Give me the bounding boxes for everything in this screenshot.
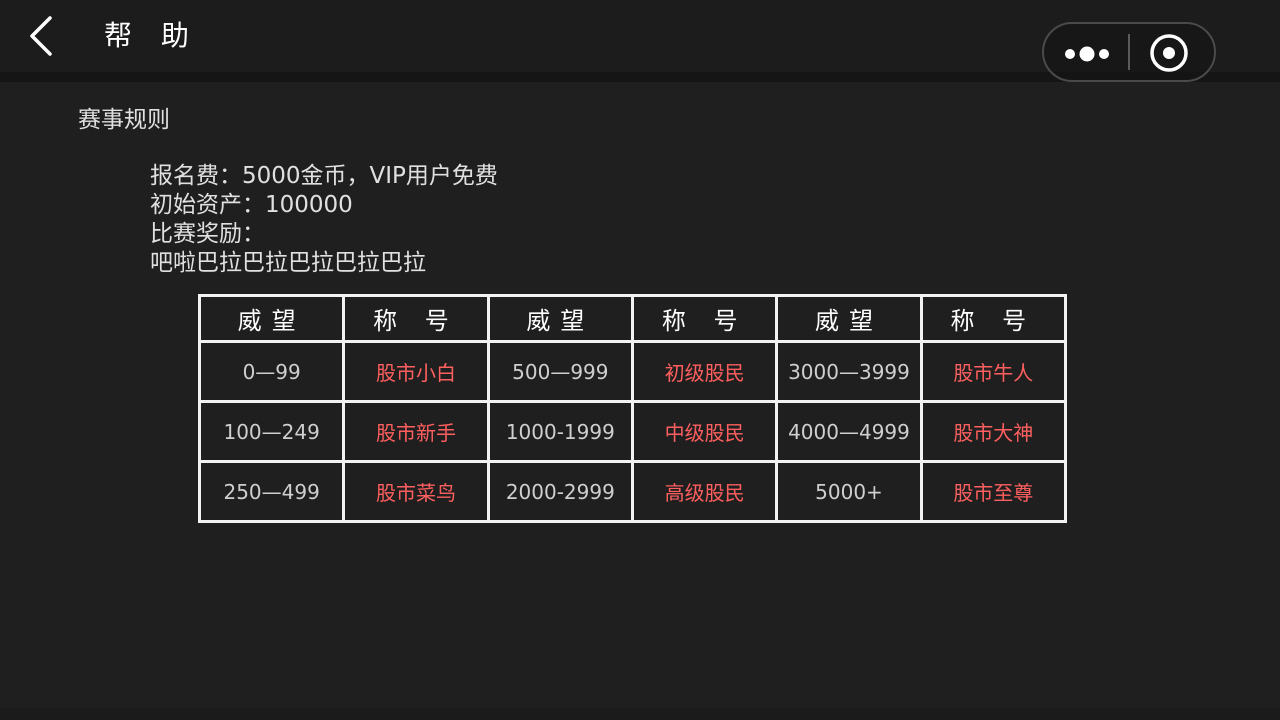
table-row: 100—249 股市新手 1000-1999 中级股民 4000—4999 股市…: [197, 400, 1068, 463]
more-dots-icon: [1065, 46, 1109, 62]
prestige-range-cell: 4000—4999: [775, 400, 923, 463]
rank-table: 威望 称 号 威望 称 号 威望 称 号 0—99 股市小白 500—999 初…: [197, 294, 1068, 523]
prestige-range-cell: 2000-2999: [486, 460, 634, 523]
rank-title-cell: 股市菜鸟: [342, 460, 490, 523]
prestige-range-cell: 3000—3999: [775, 340, 923, 403]
header-title: 称 号: [630, 294, 779, 343]
table-header-row: 威望 称 号 威望 称 号 威望 称 号: [197, 294, 1068, 343]
rank-title-cell: 股市大神: [919, 400, 1068, 463]
table-row: 250—499 股市菜鸟 2000-2999 高级股民 5000+ 股市至尊: [197, 460, 1068, 523]
header-title: 称 号: [919, 294, 1068, 343]
prestige-range-cell: 5000+: [775, 460, 923, 523]
prestige-range-cell: 500—999: [486, 340, 634, 403]
table-row: 0—99 股市小白 500—999 初级股民 3000—3999 股市牛人: [197, 340, 1068, 403]
more-button[interactable]: [1058, 24, 1128, 80]
rule-initial-assets: 初始资产：100000: [150, 192, 353, 218]
prestige-range-cell: 0—99: [197, 340, 346, 403]
target-close-icon: [1150, 34, 1188, 72]
header-prestige: 威望: [775, 294, 923, 343]
chevron-left-icon: [30, 16, 52, 56]
prestige-range-cell: 1000-1999: [486, 400, 634, 463]
header-title: 称 号: [342, 294, 490, 343]
capsule-divider: [1128, 34, 1130, 70]
prestige-range-cell: 100—249: [197, 400, 346, 463]
section-title: 赛事规则: [78, 107, 170, 133]
rank-title-cell: 高级股民: [630, 460, 779, 523]
header-prestige: 威望: [486, 294, 634, 343]
menu-capsule: [1042, 22, 1216, 82]
prestige-range-cell: 250—499: [197, 460, 346, 523]
rule-rewards-detail: 吧啦巴拉巴拉巴拉巴拉巴拉: [150, 250, 426, 276]
page-title: 帮 助: [104, 19, 199, 52]
rule-entry-fee: 报名费：5000金币，VIP用户免费: [150, 163, 498, 189]
close-miniprogram-button[interactable]: [1148, 32, 1190, 74]
rank-title-cell: 股市牛人: [919, 340, 1068, 403]
rank-title-cell: 股市新手: [342, 400, 490, 463]
back-button[interactable]: [22, 12, 66, 60]
rules-text: 报名费：5000金币，VIP用户免费 初始资产：100000 比赛奖励： 吧啦巴…: [150, 162, 498, 278]
rank-title-cell: 股市小白: [342, 340, 490, 403]
rank-title-cell: 股市至尊: [919, 460, 1068, 523]
help-page: 帮 助 赛事规则 报名费：5000金币，VIP用户免费 初始资产：100000 …: [0, 0, 1280, 720]
header-prestige: 威望: [197, 294, 346, 343]
rule-rewards: 比赛奖励：: [150, 221, 265, 247]
rank-title-cell: 中级股民: [630, 400, 779, 463]
rank-title-cell: 初级股民: [630, 340, 779, 403]
